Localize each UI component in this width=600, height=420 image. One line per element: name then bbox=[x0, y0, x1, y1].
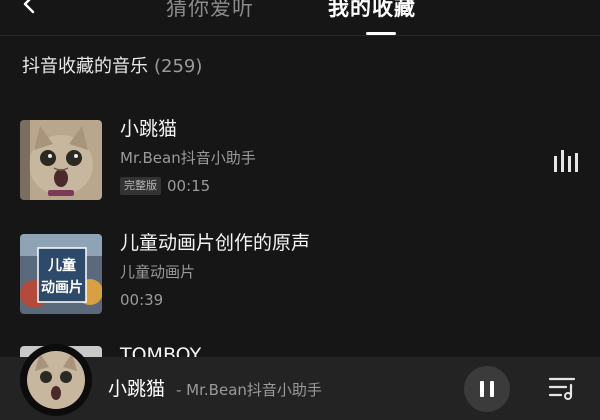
song-cover-cat bbox=[20, 120, 102, 200]
section-header: 抖音收藏的音乐 (259) bbox=[22, 55, 202, 79]
song-meta: 完整版 00:15 bbox=[120, 175, 210, 197]
now-playing-title: 小跳猫 bbox=[108, 378, 166, 400]
equalizer-bars-icon bbox=[554, 150, 578, 172]
pause-button[interactable] bbox=[464, 366, 510, 412]
pause-icon bbox=[480, 381, 484, 397]
song-title: 小跳猫 bbox=[120, 118, 178, 140]
song-item[interactable]: 小跳猫 Mr.Bean抖音小助手 完整版 00:15 bbox=[0, 114, 600, 210]
song-title: 儿童动画片创作的原声 bbox=[120, 232, 311, 254]
top-tab-bar: 猜你爱听 我的收藏 bbox=[0, 0, 600, 36]
song-artist: Mr.Bean抖音小助手 bbox=[120, 149, 256, 167]
song-duration: 00:39 bbox=[120, 291, 164, 309]
section-count: (259) bbox=[154, 56, 203, 77]
song-duration: 00:15 bbox=[167, 177, 211, 195]
playlist-icon[interactable] bbox=[548, 374, 578, 402]
song-item[interactable]: 儿童 动画片 儿童动画片创作的原声 儿童动画片 00:39 bbox=[0, 228, 600, 324]
pause-icon-bar bbox=[490, 381, 494, 397]
svg-text:动画片: 动画片 bbox=[41, 279, 83, 296]
section-title: 抖音收藏的音乐 bbox=[22, 56, 148, 77]
now-playing-disc[interactable] bbox=[20, 344, 92, 416]
active-tab-indicator bbox=[366, 32, 396, 35]
tab-guess-you-like[interactable]: 猜你爱听 bbox=[166, 0, 254, 22]
song-artist: 儿童动画片 bbox=[120, 263, 196, 281]
now-playing-cover bbox=[27, 351, 85, 409]
now-playing-bar[interactable]: 小跳猫 - Mr.Bean抖音小助手 bbox=[0, 344, 600, 420]
back-chevron-icon[interactable] bbox=[16, 0, 44, 20]
full-version-badge: 完整版 bbox=[120, 177, 161, 195]
now-playing-artist: - Mr.Bean抖音小助手 bbox=[176, 381, 322, 399]
song-cover-cartoon: 儿童 动画片 bbox=[20, 234, 102, 314]
song-meta: 00:39 bbox=[120, 289, 163, 311]
svg-text:儿童: 儿童 bbox=[47, 257, 76, 274]
tab-my-favorites[interactable]: 我的收藏 bbox=[328, 0, 416, 22]
